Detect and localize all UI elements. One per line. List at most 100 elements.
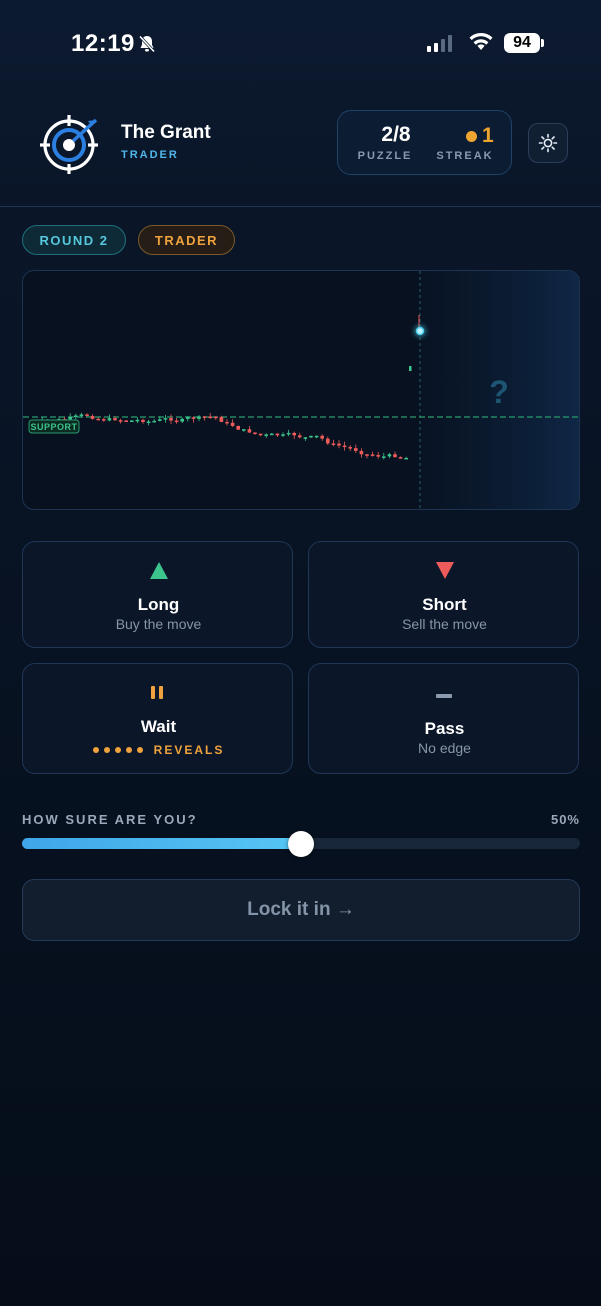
candle-body [113, 418, 117, 421]
reveals-label: REVEALS [153, 743, 225, 757]
candle-body [214, 416, 218, 419]
candle-body [85, 414, 89, 416]
support-label: SUPPORT [30, 422, 77, 432]
pass-subtitle: No edge [418, 740, 471, 756]
candle-body [163, 418, 168, 420]
candle-body [337, 443, 341, 446]
status-time: 12:19 [71, 30, 135, 57]
candle-body [146, 421, 151, 424]
candle-body [365, 454, 369, 456]
puzzle-label: PUZZLE [357, 150, 413, 162]
arrow-up-icon [150, 562, 168, 579]
reveal-dot [114, 747, 121, 753]
candle-body [79, 414, 84, 416]
signal-icon [427, 34, 452, 52]
candle-body [292, 432, 296, 436]
candle-body [348, 447, 352, 449]
candle-body [320, 435, 324, 439]
candle-body [382, 456, 386, 458]
candle-body [264, 434, 268, 436]
candle-body [309, 435, 313, 438]
app-subtitle: TRADER [121, 149, 179, 161]
arrow-down-icon [436, 562, 454, 579]
candle-body [202, 416, 207, 418]
app-name: The Grant [121, 122, 211, 143]
candle-body [247, 429, 252, 433]
candle-body [135, 419, 140, 422]
candle-body [96, 418, 100, 421]
candle-body [141, 419, 145, 422]
candle-body [326, 438, 330, 444]
round-badge: ROUND 2 [22, 225, 126, 255]
candle-body [236, 425, 240, 430]
wait-title: Wait [140, 717, 177, 736]
candle-body [174, 420, 179, 423]
candle-body [270, 433, 274, 436]
candle-body [376, 455, 380, 457]
long-title: Long [137, 595, 180, 614]
candle-body [74, 415, 78, 418]
long-subtitle: Buy the move [115, 616, 202, 632]
level-badge: TRADER [138, 225, 235, 255]
candle-body [398, 457, 403, 459]
pause-icon [151, 686, 163, 699]
reveal-dots [92, 747, 143, 753]
long-button[interactable]: Long Buy the move [22, 541, 293, 648]
theme-settings-button[interactable] [528, 123, 568, 163]
candle-body [303, 437, 308, 439]
wait-button[interactable]: Wait REVEALS [22, 663, 293, 774]
reveal-dot [92, 747, 99, 753]
candle-body [393, 454, 397, 458]
candle-body [169, 418, 173, 421]
short-title: Short [422, 595, 467, 614]
short-button[interactable]: Short Sell the move [308, 541, 579, 648]
candle-body [219, 416, 224, 422]
candle-body [359, 450, 364, 455]
confidence-slider-thumb[interactable] [288, 831, 314, 857]
price-chart: SUPPORT ? [22, 270, 580, 510]
candle-body [281, 434, 285, 436]
candle-body [68, 417, 72, 420]
candle-body [354, 448, 358, 451]
reveal-dot [103, 747, 110, 753]
candle-body [180, 418, 184, 422]
candles-group [29, 366, 412, 460]
candle-body [152, 420, 156, 423]
candle-body [90, 415, 95, 419]
target-logo-icon [40, 115, 98, 174]
candle-body [342, 445, 347, 448]
streak-label: STREAK [436, 150, 494, 162]
wifi-icon [469, 32, 493, 50]
streak-count: 1 [482, 124, 494, 147]
candle-body [387, 454, 392, 457]
candle-body [253, 432, 257, 435]
candle-body [208, 416, 212, 418]
lock-it-in-button[interactable]: Lock it in → [22, 879, 580, 941]
candle-body [197, 416, 201, 419]
current-price-marker [415, 326, 425, 336]
candle-body [102, 419, 106, 421]
confidence-slider-fill [22, 838, 301, 849]
candle-body [242, 429, 246, 431]
pass-button[interactable]: Pass No edge [308, 663, 579, 774]
reveal-dot [136, 747, 143, 753]
puzzle-progress: 2/8 [381, 123, 411, 146]
candle-body [130, 420, 134, 423]
candle-body [225, 421, 229, 424]
bell-slash-icon [138, 35, 156, 53]
candle-body [191, 417, 196, 419]
confidence-value: 50% [550, 812, 580, 827]
short-subtitle: Sell the move [402, 616, 487, 632]
pass-title: Pass [424, 719, 465, 738]
battery-icon: 94 [504, 33, 540, 53]
candle-body [118, 420, 123, 422]
candle-body [331, 443, 336, 445]
candle-body [186, 417, 190, 419]
confidence-label: HOW SURE ARE YOU? [22, 812, 198, 827]
unknown-outcome-marker: ? [489, 374, 509, 410]
candle-body [258, 433, 263, 436]
candlestick-chart: SUPPORT ? [23, 271, 579, 509]
header-divider [0, 206, 601, 207]
reveal-dot [125, 747, 132, 753]
candle-body [298, 435, 302, 438]
